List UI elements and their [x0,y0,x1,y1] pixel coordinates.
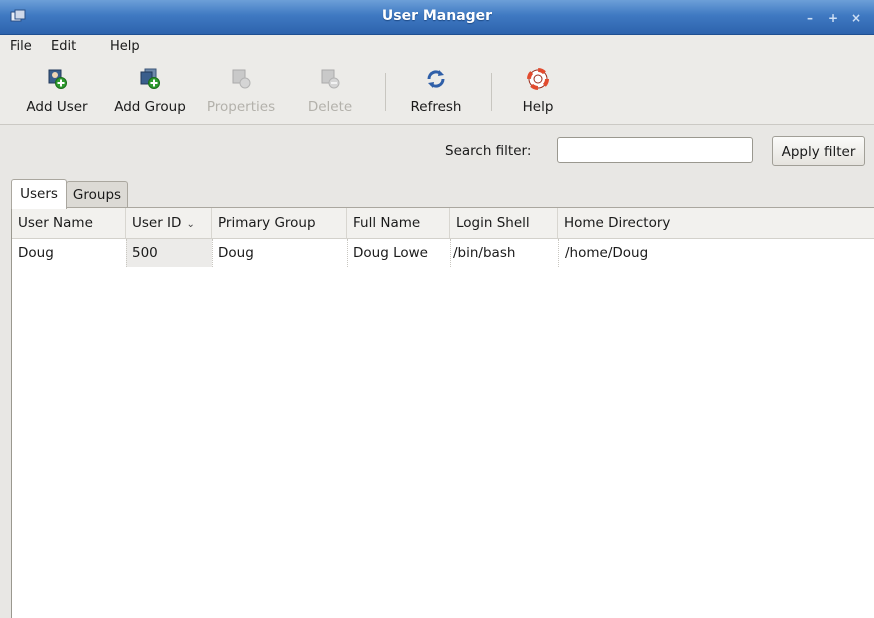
column-separator [450,239,451,267]
column-header-label: Login Shell [456,215,530,231]
add-group-icon [140,68,160,89]
column-separator [126,239,127,267]
column-header-full-name[interactable]: Full Name [347,208,450,238]
tab-groups[interactable]: Groups [66,181,128,207]
add-user-button[interactable]: Add User [18,59,96,123]
help-button[interactable]: Help [510,59,566,123]
column-header-label: Primary Group [218,215,316,231]
table-row[interactable]: Doug 500 Doug Doug Lowe /bin/bash /home/… [12,239,874,267]
cell-full-name: Doug Lowe [353,245,428,261]
search-filter-input[interactable] [557,137,753,163]
column-separator [558,239,559,267]
title-bar[interactable]: User Manager – + × [0,0,874,35]
menu-edit-label: Edit [51,39,77,54]
toolbar-separator [491,73,492,111]
column-header-label: Home Directory [564,215,671,231]
column-header-label: User ID [132,215,182,231]
column-header-label: Full Name [353,215,421,231]
cell-primary-group: Doug [218,245,254,261]
column-header-login-shell[interactable]: Login Shell [450,208,558,238]
properties-label: Properties [206,99,276,115]
menu-help[interactable]: Help [110,39,140,54]
menu-edit[interactable]: Edit [51,39,76,54]
delete-button[interactable]: Delete [299,59,361,123]
add-user-icon [48,69,67,89]
delete-icon [321,69,340,89]
users-table: User Name User ID ⌄ Primary Group Full Na… [11,207,874,618]
apply-filter-button[interactable]: Apply filter [772,136,865,166]
cell-user-name: Doug [18,245,54,261]
column-header-user-id[interactable]: User ID ⌄ [126,208,212,238]
help-label: Help [522,99,554,115]
refresh-icon [427,70,445,88]
column-header-user-name[interactable]: User Name [12,208,126,238]
menu-file-label: File [10,39,32,54]
cell-user-id: 500 [126,239,212,267]
column-header-label: User Name [18,215,93,231]
search-filter-label: Search filter: [445,143,532,159]
menu-help-label: Help [110,39,140,54]
toolbar: Add User Add Group Properties Delete Ref… [0,59,874,125]
maximize-icon[interactable]: + [823,10,843,26]
tab-users[interactable]: Users [11,179,67,209]
add-user-label: Add User [26,99,88,115]
column-header-primary-group[interactable]: Primary Group [212,208,347,238]
window-title: User Manager [381,8,493,24]
toolbar-separator [385,73,386,111]
cell-login-shell: /bin/bash [453,245,516,261]
menu-bar: File Edit Help [0,35,874,59]
delete-label: Delete [307,99,353,115]
help-lifebuoy-icon [527,68,549,90]
properties-icon [232,69,251,89]
refresh-button[interactable]: Refresh [401,59,471,123]
menu-file[interactable]: File [10,39,32,54]
column-separator [347,239,348,267]
add-group-button[interactable]: Add Group [108,59,192,123]
table-header: User Name User ID ⌄ Primary Group Full Na… [12,208,874,239]
add-group-label: Add Group [114,99,186,115]
cell-home-directory: /home/Doug [565,245,649,261]
column-header-home-directory[interactable]: Home Directory [558,208,874,238]
properties-button[interactable]: Properties [198,59,284,123]
minimize-icon[interactable]: – [800,10,820,26]
close-icon[interactable]: × [846,10,866,26]
column-separator [212,239,213,267]
refresh-label: Refresh [410,99,462,115]
sort-descending-icon: ⌄ [186,219,195,230]
